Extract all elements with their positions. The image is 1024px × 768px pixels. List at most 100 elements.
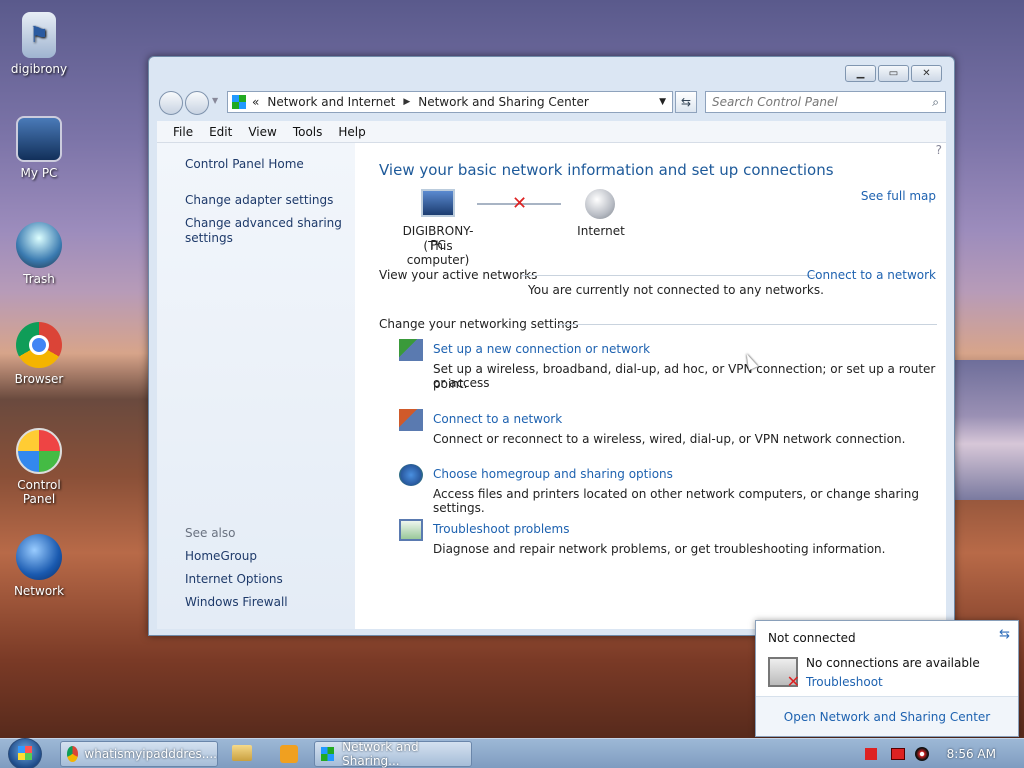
sidebar-link-adapter-settings[interactable]: Change adapter settings bbox=[185, 193, 333, 207]
control-panel-icon bbox=[232, 95, 246, 109]
connect-to-network-link[interactable]: Connect to a network bbox=[807, 268, 936, 282]
breadcrumb-network-internet[interactable]: Network and Internet bbox=[267, 95, 395, 109]
system-tray: 8:56 AM bbox=[864, 739, 1024, 768]
popup-title: Not connected bbox=[768, 631, 856, 645]
change-settings-label: Change your networking settings bbox=[379, 317, 579, 331]
close-icon: ✕ bbox=[922, 68, 931, 79]
computer-icon bbox=[16, 116, 62, 162]
sidebar-link-homegroup[interactable]: HomeGroup bbox=[185, 549, 257, 563]
task-description: Access files and printers located on oth… bbox=[433, 487, 919, 515]
desktop-icon-label: Network bbox=[13, 584, 65, 598]
search-icon[interactable]: ⌕ bbox=[932, 95, 939, 110]
forward-button[interactable] bbox=[185, 91, 209, 115]
back-button[interactable] bbox=[159, 91, 183, 115]
task-link-connect-network[interactable]: Connect to a network bbox=[433, 412, 562, 426]
minimize-button[interactable]: ▁ bbox=[845, 65, 876, 82]
volume-icon[interactable] bbox=[914, 747, 929, 761]
maximize-button[interactable]: ▭ bbox=[878, 65, 909, 82]
homegroup-icon bbox=[399, 464, 423, 486]
network-status-popup: Not connected ⇆ ✕ No connections are ava… bbox=[755, 620, 1019, 737]
start-button[interactable] bbox=[8, 738, 42, 768]
taskbar-item-browser[interactable]: whatismyipadddres.... bbox=[60, 741, 218, 767]
page-title: View your basic network information and … bbox=[379, 161, 834, 179]
refresh-icon: ⇆ bbox=[680, 95, 692, 109]
menu-file[interactable]: File bbox=[165, 125, 201, 139]
explorer-folder-icon[interactable] bbox=[232, 745, 252, 761]
computer-icon[interactable] bbox=[421, 189, 455, 217]
breadcrumb-root[interactable]: « bbox=[252, 95, 259, 109]
sidebar-link-line: settings bbox=[185, 231, 233, 245]
menu-edit[interactable]: Edit bbox=[201, 125, 240, 139]
address-bar[interactable]: « Network and Internet ▶ Network and Sha… bbox=[227, 91, 673, 113]
network-globe-icon bbox=[16, 534, 62, 580]
refresh-icon[interactable]: ⇆ bbox=[999, 627, 1010, 642]
open-sharing-center-link[interactable]: Open Network and Sharing Center bbox=[784, 710, 990, 724]
close-button[interactable]: ✕ bbox=[911, 65, 942, 82]
desktop-icon-my-pc[interactable]: My PC bbox=[0, 116, 78, 180]
sidebar-link-internet-options[interactable]: Internet Options bbox=[185, 572, 283, 586]
see-also-label: See also bbox=[185, 526, 236, 540]
no-connections-message: No connections are available bbox=[806, 656, 980, 670]
no-connection-icon: ✕ bbox=[768, 657, 800, 691]
clock[interactable]: 8:56 AM bbox=[947, 747, 996, 761]
troubleshoot-link[interactable]: Troubleshoot bbox=[806, 675, 883, 689]
search-input[interactable]: Search Control Panel ⌕ bbox=[705, 91, 946, 113]
see-full-map-link[interactable]: See full map bbox=[861, 189, 936, 203]
popup-footer: Open Network and Sharing Center bbox=[756, 696, 1018, 736]
recent-pages-dropdown-icon[interactable]: ▼ bbox=[212, 96, 218, 105]
media-player-icon[interactable] bbox=[280, 745, 298, 763]
task-link-homegroup[interactable]: Choose homegroup and sharing options bbox=[433, 467, 673, 481]
error-x-icon: ✕ bbox=[786, 672, 800, 691]
address-dropdown-icon[interactable]: ▼ bbox=[659, 97, 666, 107]
menu-help[interactable]: Help bbox=[330, 125, 373, 139]
desktop-icon-label: digibrony bbox=[10, 62, 68, 76]
taskbar-item-label: Network and Sharing... bbox=[342, 740, 419, 768]
network-status-icon[interactable] bbox=[890, 748, 905, 760]
desktop-icon-label: My PC bbox=[20, 166, 58, 180]
taskbar: whatismyipadddres.... Network and Sharin… bbox=[0, 738, 1024, 768]
connect-network-icon bbox=[399, 409, 423, 431]
desktop-icon-control-panel[interactable]: Control Panel bbox=[0, 428, 78, 506]
internet-globe-icon[interactable] bbox=[585, 189, 615, 219]
divider bbox=[557, 324, 937, 325]
desktop-icon-user[interactable]: ⚑ digibrony bbox=[0, 12, 78, 76]
title-bar[interactable]: ▁ ▭ ✕ bbox=[149, 57, 954, 87]
user-folder-icon: ⚑ bbox=[22, 12, 56, 58]
wallpaper-sea bbox=[955, 360, 1024, 500]
sidebar-link-line: Change advanced sharing bbox=[185, 216, 342, 230]
task-link-troubleshoot[interactable]: Troubleshoot problems bbox=[433, 522, 569, 536]
task-description: point. bbox=[433, 377, 468, 391]
network-sharing-center-window: ▁ ▭ ✕ ▼ « Network and Internet ▶ Network… bbox=[148, 56, 955, 636]
help-icon[interactable]: ? bbox=[936, 143, 942, 157]
main-panel: ? View your basic network information an… bbox=[355, 143, 946, 629]
menu-view[interactable]: View bbox=[240, 125, 284, 139]
breadcrumb-sharing-center[interactable]: Network and Sharing Center bbox=[418, 95, 589, 109]
sidebar-link-control-panel-home[interactable]: Control Panel Home bbox=[185, 157, 304, 171]
disconnected-x-icon[interactable]: ✕ bbox=[512, 193, 527, 214]
desktop-icon-browser[interactable]: Browser bbox=[0, 322, 78, 386]
desktop-icon-network[interactable]: Network bbox=[0, 534, 78, 598]
sidebar-link-advanced-sharing[interactable]: Change advanced sharing settings bbox=[185, 216, 342, 245]
sidebar-link-windows-firewall[interactable]: Windows Firewall bbox=[185, 595, 288, 609]
windows-logo-icon bbox=[18, 746, 32, 760]
taskbar-item-label: whatismyipadddres.... bbox=[84, 747, 217, 761]
not-connected-message: You are currently not connected to any n… bbox=[528, 283, 824, 297]
action-center-flag-icon[interactable] bbox=[864, 748, 877, 760]
content-area: Control Panel Home Change adapter settin… bbox=[157, 143, 946, 629]
refresh-button[interactable]: ⇆ bbox=[675, 91, 697, 113]
desktop-icon-label: Control Panel bbox=[17, 478, 61, 506]
task-description: Diagnose and repair network problems, or… bbox=[433, 542, 886, 556]
maximize-icon: ▭ bbox=[888, 68, 899, 79]
task-link-new-connection[interactable]: Set up a new connection or network bbox=[433, 342, 650, 356]
taskbar-item-network-sharing[interactable]: Network and Sharing... bbox=[314, 740, 472, 768]
control-panel-icon bbox=[321, 747, 335, 761]
chevron-right-icon[interactable]: ▶ bbox=[403, 97, 410, 107]
chrome-icon bbox=[67, 746, 79, 762]
minimize-icon: ▁ bbox=[856, 68, 865, 79]
control-panel-icon bbox=[16, 428, 62, 474]
menu-tools[interactable]: Tools bbox=[285, 125, 331, 139]
divider bbox=[521, 275, 817, 276]
chrome-icon bbox=[16, 322, 62, 368]
desktop-icon-trash[interactable]: Trash bbox=[0, 222, 78, 286]
troubleshoot-icon bbox=[399, 519, 423, 541]
